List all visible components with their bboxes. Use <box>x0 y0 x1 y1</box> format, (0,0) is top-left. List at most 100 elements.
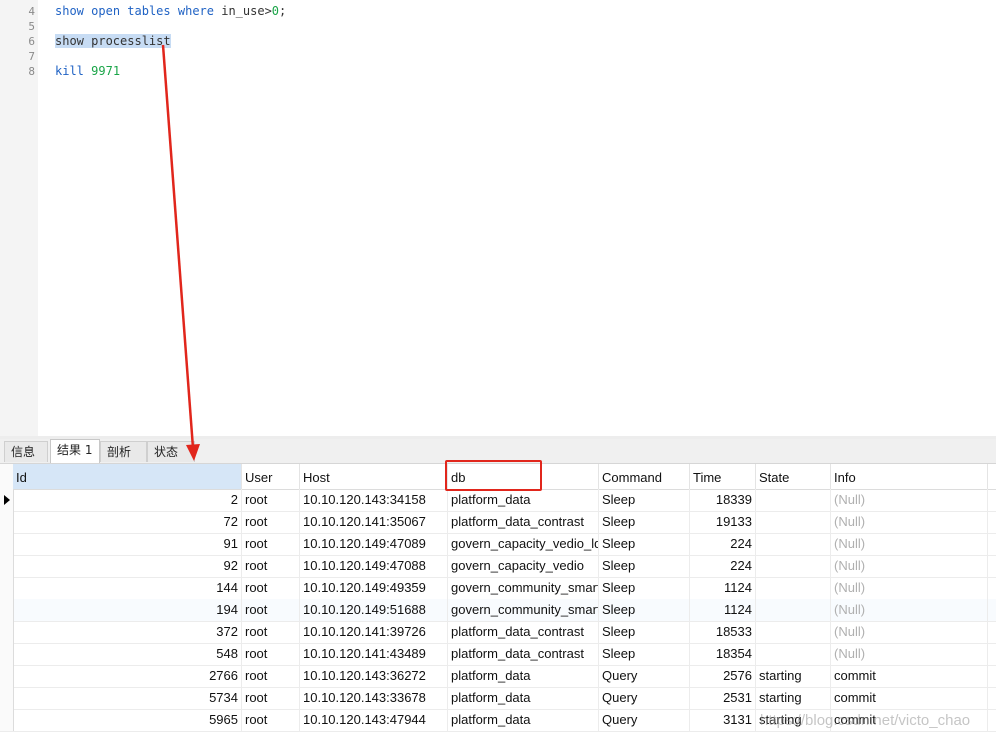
table-cell-user[interactable]: root <box>242 533 300 555</box>
table-cell-command[interactable]: Sleep <box>599 621 690 643</box>
table-cell-time[interactable]: 1124 <box>690 599 756 621</box>
result-grid[interactable]: Id User Host db Command Time State Info … <box>0 464 996 740</box>
table-cell-user[interactable]: root <box>242 687 300 709</box>
table-cell-time[interactable]: 18533 <box>690 621 756 643</box>
table-cell-info[interactable]: commit <box>831 687 988 709</box>
table-cell-state[interactable] <box>756 643 831 665</box>
table-cell-db[interactable]: platform_data <box>448 665 599 687</box>
row-header[interactable] <box>0 665 14 687</box>
table-cell-user[interactable]: root <box>242 489 300 511</box>
table-cell-user[interactable]: root <box>242 665 300 687</box>
table-cell-command[interactable]: Query <box>599 687 690 709</box>
table-cell-state[interactable]: starting <box>756 665 831 687</box>
table-cell-id[interactable]: 5965 <box>13 709 242 731</box>
table-cell-command[interactable]: Query <box>599 665 690 687</box>
table-cell-command[interactable]: Sleep <box>599 555 690 577</box>
table-row[interactable]: 92 root 10.10.120.149:47088 govern_capacity… <box>0 555 996 578</box>
table-row[interactable]: 372 root 10.10.120.141:39726 platform_data_… <box>0 621 996 644</box>
column-header-host[interactable]: Host <box>300 464 448 489</box>
table-cell-host[interactable]: 10.10.120.141:35067 <box>300 511 448 533</box>
table-cell-user[interactable]: root <box>242 511 300 533</box>
table-cell-time[interactable]: 1124 <box>690 577 756 599</box>
row-header[interactable] <box>0 643 14 665</box>
table-cell-host[interactable]: 10.10.120.143:33678 <box>300 687 448 709</box>
table-row[interactable]: 2766 root 10.10.120.143:36272 platform_data… <box>0 665 996 688</box>
table-cell-state[interactable] <box>756 511 831 533</box>
table-cell-user[interactable]: root <box>242 555 300 577</box>
table-cell-host[interactable]: 10.10.120.141:43489 <box>300 643 448 665</box>
table-cell-id[interactable]: 91 <box>13 533 242 555</box>
table-cell-host[interactable]: 10.10.120.149:51688 <box>300 599 448 621</box>
column-header-info[interactable]: Info <box>831 464 988 489</box>
table-cell-info[interactable]: commit <box>831 665 988 687</box>
table-cell-host[interactable]: 10.10.120.143:47944 <box>300 709 448 731</box>
table-cell-info[interactable]: (Null) <box>831 643 988 665</box>
table-cell-info[interactable]: (Null) <box>831 533 988 555</box>
code-text[interactable]: kill 9971 <box>55 64 120 79</box>
table-cell-state[interactable] <box>756 599 831 621</box>
table-cell-time[interactable]: 2576 <box>690 665 756 687</box>
table-cell-host[interactable]: 10.10.120.141:39726 <box>300 621 448 643</box>
row-header[interactable] <box>0 533 14 555</box>
table-cell-id[interactable]: 92 <box>13 555 242 577</box>
row-header[interactable] <box>0 709 14 731</box>
row-header[interactable] <box>0 621 14 643</box>
table-cell-info[interactable]: (Null) <box>831 599 988 621</box>
code-text[interactable]: show processlist <box>55 34 171 49</box>
table-cell-command[interactable]: Sleep <box>599 599 690 621</box>
table-row[interactable]: 72 root 10.10.120.141:35067 platform_data_c… <box>0 511 996 534</box>
table-row[interactable]: 2 root 10.10.120.143:34158 platform_data Sle… <box>0 489 996 512</box>
table-cell-time[interactable]: 3131 <box>690 709 756 731</box>
tab-status[interactable]: 状态 <box>147 441 195 462</box>
table-cell-id[interactable]: 194 <box>13 599 242 621</box>
editor-line[interactable]: 6 show processlist <box>0 34 996 49</box>
table-cell-state[interactable]: starting <box>756 687 831 709</box>
table-cell-info[interactable]: (Null) <box>831 489 988 511</box>
table-cell-command[interactable]: Sleep <box>599 511 690 533</box>
table-cell-time[interactable]: 224 <box>690 555 756 577</box>
table-cell-host[interactable]: 10.10.120.149:47088 <box>300 555 448 577</box>
table-cell-state[interactable] <box>756 621 831 643</box>
table-cell-time[interactable]: 2531 <box>690 687 756 709</box>
table-cell-id[interactable]: 144 <box>13 577 242 599</box>
table-cell-host[interactable]: 10.10.120.149:47089 <box>300 533 448 555</box>
table-cell-db[interactable]: govern_capacity_vedio_lq <box>448 533 599 555</box>
row-header[interactable] <box>0 577 14 599</box>
table-cell-info[interactable]: (Null) <box>831 555 988 577</box>
table-cell-id[interactable]: 5734 <box>13 687 242 709</box>
table-cell-command[interactable]: Sleep <box>599 533 690 555</box>
tab-result-1[interactable]: 结果 1 <box>50 439 100 463</box>
table-cell-id[interactable]: 2 <box>13 489 242 511</box>
table-cell-db[interactable]: platform_data <box>448 687 599 709</box>
table-cell-command[interactable]: Sleep <box>599 489 690 511</box>
table-cell-time[interactable]: 18354 <box>690 643 756 665</box>
table-cell-db[interactable]: platform_data <box>448 489 599 511</box>
table-cell-id[interactable]: 372 <box>13 621 242 643</box>
table-cell-host[interactable]: 10.10.120.143:34158 <box>300 489 448 511</box>
table-cell-user[interactable]: root <box>242 599 300 621</box>
row-header[interactable] <box>0 489 14 511</box>
table-cell-info[interactable]: (Null) <box>831 511 988 533</box>
table-cell-db[interactable]: platform_data_contrast <box>448 511 599 533</box>
table-cell-host[interactable]: 10.10.120.143:36272 <box>300 665 448 687</box>
sql-editor[interactable]: 4 show open tables where in_use>0; 5 6 show … <box>0 0 996 436</box>
table-row[interactable]: 91 root 10.10.120.149:47089 govern_capacity… <box>0 533 996 556</box>
table-cell-command[interactable]: Query <box>599 709 690 731</box>
table-cell-db[interactable]: govern_capacity_vedio <box>448 555 599 577</box>
editor-line[interactable]: 7 <box>0 49 996 64</box>
row-header[interactable] <box>0 599 14 621</box>
table-cell-state[interactable] <box>756 577 831 599</box>
table-cell-user[interactable]: root <box>242 577 300 599</box>
editor-line[interactable]: 5 <box>0 19 996 34</box>
editor-line[interactable]: 8 kill 9971 <box>0 64 996 79</box>
code-text[interactable]: show open tables where in_use>0; <box>55 4 286 19</box>
table-cell-db[interactable]: platform_data_contrast <box>448 621 599 643</box>
table-cell-state[interactable] <box>756 489 831 511</box>
table-cell-user[interactable]: root <box>242 621 300 643</box>
editor-line[interactable]: 4 show open tables where in_use>0; <box>0 4 996 19</box>
table-cell-db[interactable]: platform_data <box>448 709 599 731</box>
row-header[interactable] <box>0 555 14 577</box>
table-cell-db[interactable]: govern_community_smart <box>448 599 599 621</box>
table-row[interactable]: 144 root 10.10.120.149:49359 govern_communi… <box>0 577 996 600</box>
table-cell-id[interactable]: 72 <box>13 511 242 533</box>
